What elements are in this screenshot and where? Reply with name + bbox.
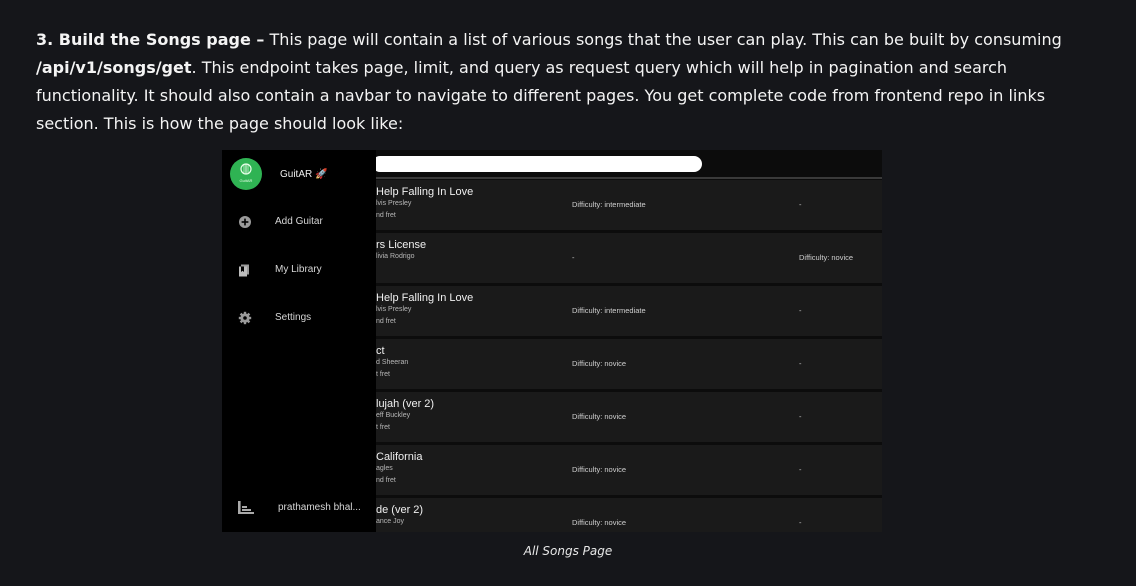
song-title: Help Falling In Love	[376, 292, 474, 304]
song-title: Help Falling In Love	[376, 186, 474, 198]
nav-label: Add Guitar	[275, 216, 323, 227]
library-icon	[239, 264, 249, 277]
search-input	[372, 156, 702, 172]
song-artist: d Sheeran	[376, 359, 409, 366]
song-fret: nd fret	[376, 318, 396, 325]
step-label: 3. Build the Songs page –	[36, 30, 265, 49]
song-artist: lvis Presley	[376, 200, 412, 207]
song-extra: -	[799, 306, 802, 315]
song-extra: -	[799, 412, 802, 421]
song-difficulty: Difficulty: novice	[572, 412, 627, 421]
song-fret: t fret	[376, 424, 391, 431]
songs-page-screenshot: Help Falling In Love lvis Presley nd fret D…	[222, 150, 882, 532]
user-profile: prathamesh bhal...	[232, 500, 376, 516]
nav-item-my-library: My Library	[232, 262, 372, 278]
song-difficulty: -	[572, 253, 575, 262]
song-extra: -	[799, 465, 802, 474]
song-difficulty: Difficulty: novice	[572, 359, 627, 368]
song-title: de (ver 2)	[376, 504, 424, 516]
song-artist: agles	[376, 465, 393, 472]
song-artist: ance Joy	[376, 518, 405, 525]
song-extra: -	[799, 359, 802, 368]
figure-caption: All Songs Page	[523, 544, 613, 558]
nav-label: Settings	[275, 312, 312, 323]
app-logo: GuitAR	[230, 158, 262, 190]
song-artist: eff Buckley	[376, 412, 411, 419]
song-fret: t fret	[376, 371, 391, 378]
song-extra: Difficulty: novice	[799, 253, 854, 262]
song-extra: -	[799, 200, 802, 209]
endpoint-path: /api/v1/songs/get	[36, 58, 192, 77]
nav-label: My Library	[275, 264, 322, 275]
user-name: prathamesh bhal...	[278, 502, 361, 513]
song-extra: -	[799, 518, 802, 527]
search-icon	[490, 157, 502, 169]
song-title: rs License	[376, 239, 427, 251]
song-fret: nd fret	[376, 477, 396, 484]
song-artist: livia Rodrigo	[376, 253, 415, 260]
song-difficulty: Difficulty: novice	[572, 465, 627, 474]
song-title: California	[376, 451, 423, 463]
gear-icon	[238, 311, 252, 325]
brand-name: GuitAR 🚀	[280, 169, 328, 180]
step-paragraph: 3. Build the Songs page – This page will…	[36, 26, 1100, 138]
song-artist: lvis Presley	[376, 306, 412, 313]
song-difficulty: Difficulty: novice	[572, 518, 627, 527]
header-divider	[372, 177, 882, 179]
song-title: lujah (ver 2)	[376, 398, 435, 410]
logo-label: GuitAR	[239, 178, 253, 183]
song-difficulty: Difficulty: intermediate	[572, 306, 646, 315]
song-difficulty: Difficulty: intermediate	[572, 200, 646, 209]
nav-item-settings: Settings	[232, 310, 372, 326]
user-avatar-icon	[238, 501, 254, 514]
plus-circle-icon	[239, 216, 251, 228]
song-fret: nd fret	[376, 212, 396, 219]
navigation-drawer: GuitAR GuitAR 🚀 Add Guitar My Library Se…	[222, 150, 376, 532]
song-title: ct	[376, 345, 385, 357]
paragraph-text-1: This page will contain a list of various…	[264, 30, 1062, 49]
nav-item-add-guitar: Add Guitar	[232, 214, 372, 230]
